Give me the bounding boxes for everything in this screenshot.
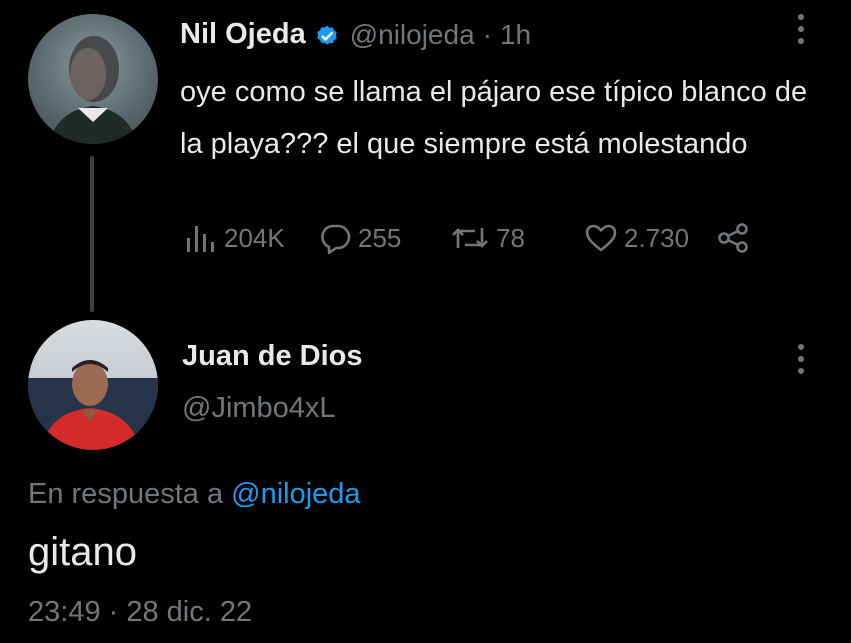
verified-badge-icon xyxy=(316,25,337,45)
share-button[interactable] xyxy=(716,222,750,254)
avatar-image xyxy=(28,360,158,450)
avatar[interactable] xyxy=(28,320,158,450)
more-vertical-icon[interactable] xyxy=(797,344,805,380)
avatar[interactable] xyxy=(28,14,158,144)
heart-icon xyxy=(585,224,617,252)
in-reply-prefix: En respuesta a xyxy=(28,478,224,510)
more-vertical-icon[interactable] xyxy=(797,14,805,50)
in-reply-to: En respuesta a @nilojeda xyxy=(28,478,361,511)
retweets-count: 78 xyxy=(496,222,525,253)
share-icon xyxy=(718,223,748,253)
reply-text: gitano xyxy=(28,530,137,574)
author-name[interactable]: Nil Ojeda xyxy=(180,18,306,51)
reply-timestamp[interactable]: 23:49 · 28 dic. 22 xyxy=(28,596,252,629)
views-count: 204K xyxy=(224,222,285,253)
retweet-icon xyxy=(452,228,488,248)
retweet-button[interactable]: 78 xyxy=(450,222,525,254)
in-reply-mention[interactable]: @nilojeda xyxy=(231,478,360,510)
likes-count: 2.730 xyxy=(624,222,690,253)
tweet-header: Nil Ojeda @nilojeda · 1h xyxy=(180,18,531,51)
thread-line xyxy=(90,156,94,312)
reply-author-name[interactable]: Juan de Dios xyxy=(182,340,363,373)
avatar-image xyxy=(48,36,138,144)
reply-button[interactable]: 255 xyxy=(318,222,401,254)
reply-icon xyxy=(321,224,351,254)
author-handle[interactable]: @nilojeda xyxy=(350,19,475,51)
analytics-icon xyxy=(187,226,214,252)
tweet-actions: 204K 255 78 2.730 xyxy=(180,222,780,262)
tweet-text: oye como se llama el pájaro ese típico b… xyxy=(180,76,808,160)
replies-count: 255 xyxy=(358,222,402,253)
tweet-time[interactable]: 1h xyxy=(500,19,531,51)
reply-author-handle[interactable]: @Jimbo4xL xyxy=(182,392,336,425)
views-button[interactable]: 204K xyxy=(184,222,285,254)
like-button[interactable]: 2.730 xyxy=(584,222,689,254)
separator: · xyxy=(482,18,492,50)
